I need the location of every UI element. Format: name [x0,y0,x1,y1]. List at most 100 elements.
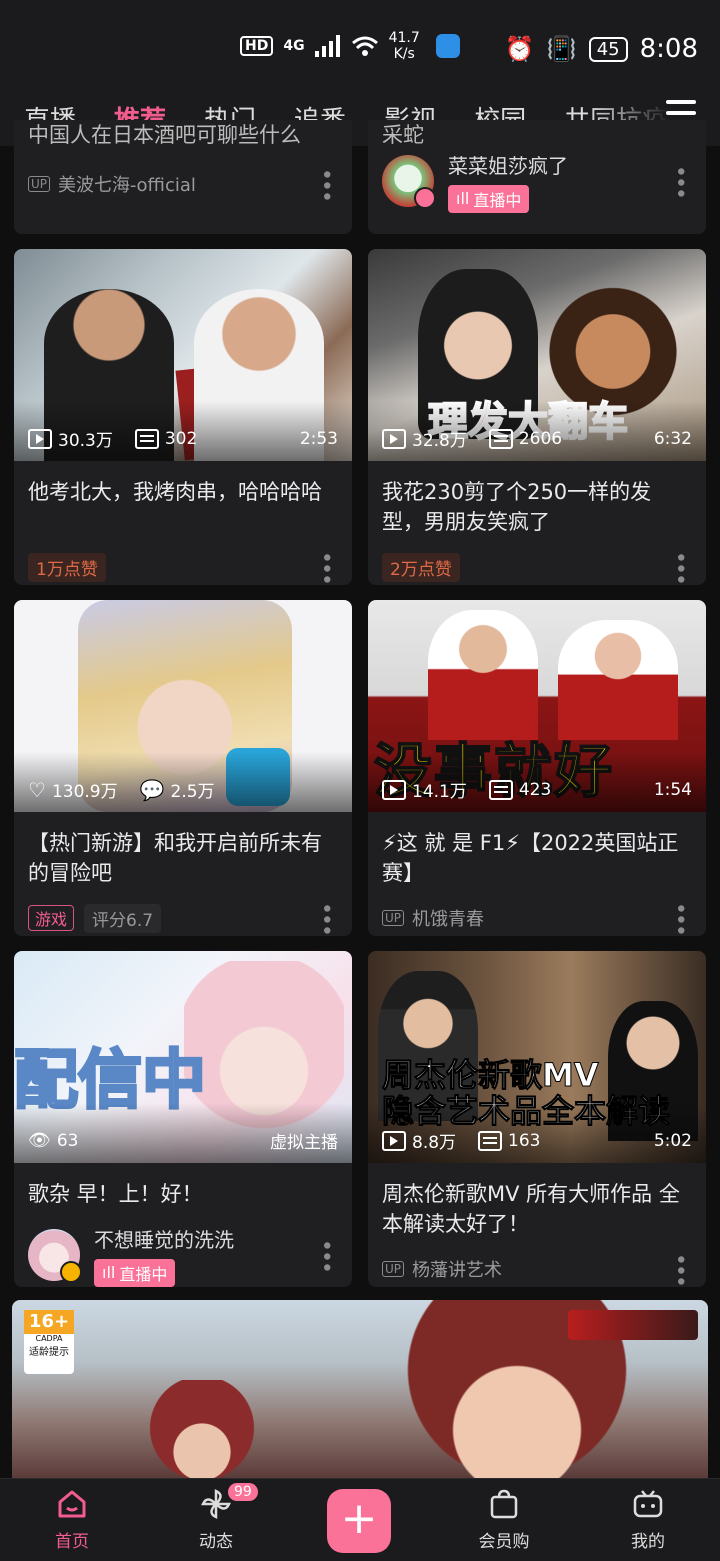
live-bars-icon: ıll [456,189,470,208]
danmaku-count: 302 [164,428,198,449]
danmaku-icon [478,1130,503,1151]
up-icon: UP [382,910,405,926]
eye-icon: 👁 [28,1130,51,1151]
live-status-badge: ıll 直播中 [94,1258,176,1287]
video-card[interactable]: 理发大翻车 32.8万 2606 6:32 我花230剪了个250一样的发型，男… [368,249,706,585]
like-tag: 2万点赞 [382,552,460,582]
shopping-bag-icon [490,1489,518,1519]
battery-icon: 45 [588,36,628,62]
hd-icon: HD [240,36,274,56]
danmaku-icon [488,779,513,800]
play-count-icon [382,1130,406,1151]
uploader-name[interactable]: 美波七海-official [58,171,196,197]
video-thumbnail[interactable]: 没事就好 14.1万 423 1:54 [368,600,706,812]
play-count-icon [382,428,406,449]
danmaku-count: 423 [518,779,552,800]
upload-button[interactable]: + [327,1489,391,1553]
bottom-navigation: 首页 动态 99 + 会员购 我的 [0,1478,720,1561]
live-card-partial-right[interactable]: 采蛇 菜菜姐莎疯了 ıll 直播中 ••• [368,120,706,234]
game-tag: 游戏 [28,905,75,931]
net-speed: 41.7 K/s [388,30,420,62]
card-title: 中国人在日本酒吧可聊些什么 [28,123,301,147]
duration: 1:54 [653,779,692,800]
live-bars-icon: ıll [102,1263,116,1282]
card-title: 我花230剪了个250一样的发型，男朋友笑疯了 [382,480,652,534]
video-thumbnail[interactable]: 周杰伦新歌MV隐含艺术品全本解读 8.8万 163 5:02 [368,951,706,1163]
more-icon[interactable]: ••• [313,1239,338,1272]
view-count: 32.8万 [412,431,467,451]
more-icon[interactable]: ••• [667,902,692,935]
view-count: 14.1万 [412,782,467,802]
person-figure [428,610,538,740]
home-icon [58,1490,86,1518]
view-count: 30.3万 [58,431,113,451]
wifi-icon [351,36,378,56]
danmaku-icon [488,428,513,449]
card-title: ⚡这 就 是 F1⚡【2022英国站正赛】 [382,831,679,885]
nav-mine[interactable]: 我的 [598,1487,698,1552]
more-icon[interactable]: ••• [313,902,338,935]
view-count: 8.8万 [412,1133,457,1153]
alarm-icon: ⏰ [504,35,535,63]
uploader-name[interactable]: 机饿青春 [412,905,484,931]
more-icon[interactable]: ••• [313,551,338,584]
up-icon: UP [28,176,51,192]
card-title: 采蛇 [382,123,424,146]
verified-icon [414,187,436,209]
like-count: 130.9万 [51,782,118,802]
uploader-name[interactable]: 杨藩讲艺术 [412,1256,502,1282]
live-user-name[interactable]: 菜菜姐莎疯了 [448,150,568,179]
network-type: 4G [283,38,305,54]
video-card[interactable]: 周杰伦新歌MV隐含艺术品全本解读 8.8万 163 5:02 周杰伦新歌MV 所… [368,951,706,1287]
comment-count: 2.5万 [170,782,215,802]
game-thumbnail[interactable]: ♡ 130.9万 💬 2.5万 [14,600,352,812]
up-icon: UP [382,1261,405,1277]
play-count-icon [382,779,406,800]
danmaku-count: 163 [508,1130,541,1151]
comment-icon: 💬 [139,777,165,802]
avatar[interactable] [28,1229,82,1283]
notification-badge: 99 [226,1481,260,1503]
duration: 6:32 [653,428,692,449]
video-card[interactable]: 没事就好 14.1万 423 1:54 ⚡这 就 是 F1⚡【2022英国站正赛… [368,600,706,936]
person-figure [558,620,678,740]
like-tag: 1万点赞 [28,552,106,582]
age-rating-badge: 16+ CADPA 适龄提示 [24,1310,74,1374]
video-thumbnail[interactable]: 30.3万 302 2:53 [14,249,352,461]
video-thumbnail[interactable]: 理发大翻车 32.8万 2606 6:32 [368,249,706,461]
promo-banner[interactable]: 16+ CADPA 适龄提示 [12,1300,708,1478]
card-title: 歌杂 早！上！好！ [28,1182,203,1206]
card-title: 他考北大，我烤肉串，哈哈哈哈 [28,480,322,504]
live-area: 虚拟主播 [270,1133,338,1153]
weather-app-icon [435,34,460,58]
nav-shop[interactable]: 会员购 [454,1487,554,1552]
live-user-name[interactable]: 不想睡觉的洗洗 [94,1224,234,1253]
heart-icon: ♡ [28,777,46,802]
duration: 5:02 [653,1130,692,1151]
avatar[interactable] [382,155,436,209]
live-card[interactable]: 配信中 👁 63 虚拟主播 歌杂 早！上！好！ 不想睡觉的洗洗 ıll 直播中 ••… [14,951,352,1287]
lightning-badge-icon [60,1261,82,1283]
clock: 8:08 [639,34,698,64]
duration: 2:53 [299,428,338,449]
rating: 评分6.7 [84,903,162,933]
danmaku-icon [134,428,159,449]
anime-character-art [142,1380,262,1478]
more-icon[interactable]: ••• [667,165,692,198]
game-ad-card[interactable]: ♡ 130.9万 💬 2.5万 【热门新游】和我开启前所未有的冒险吧 游戏 评分6.… [14,600,352,936]
video-card-partial-left[interactable]: 中国人在日本酒吧可聊些什么 UP 美波七海-official ••• [14,120,352,234]
brand-logo [568,1310,698,1340]
more-icon[interactable]: ••• [667,551,692,584]
live-thumbnail[interactable]: 配信中 👁 63 虚拟主播 [14,951,352,1163]
signal-icon [314,35,340,57]
live-status-badge: ıll 直播中 [448,184,530,213]
more-icon[interactable]: ••• [667,1253,692,1286]
vibrate-icon: 📳 [546,35,577,63]
nav-home[interactable]: 首页 [22,1487,122,1552]
status-bar: HD 4G 41.7 K/s ⏰ 📳 45 8:08 [0,0,720,90]
video-card[interactable]: 30.3万 302 2:53 他考北大，我烤肉串，哈哈哈哈 1万点赞 ••• [14,249,352,585]
tv-icon [633,1490,663,1518]
play-count-icon [28,428,52,449]
more-icon[interactable]: ••• [313,168,338,201]
card-title: 【热门新游】和我开启前所未有的冒险吧 [28,831,322,885]
